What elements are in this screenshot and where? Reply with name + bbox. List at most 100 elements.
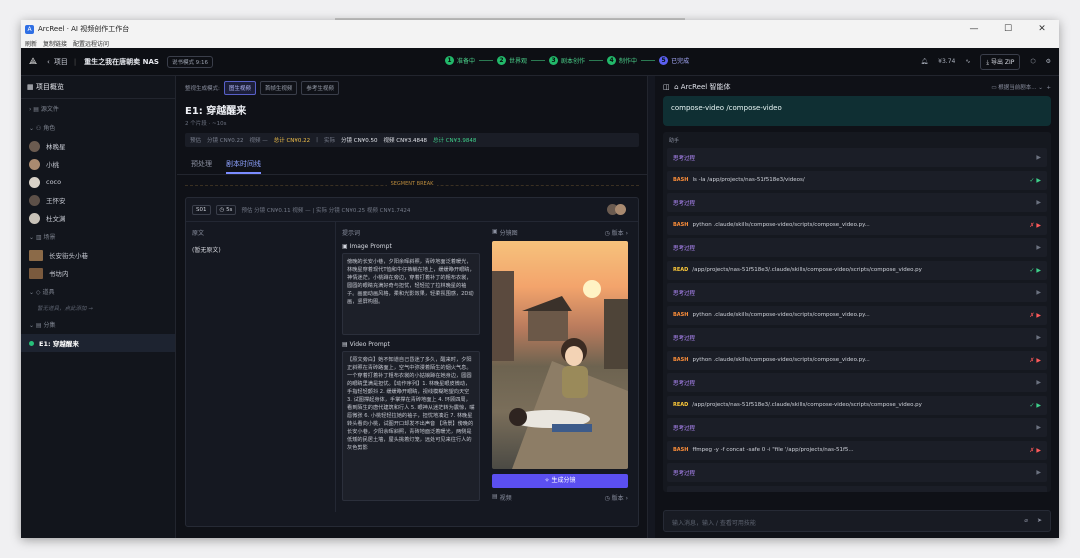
storyboard-image[interactable] — [492, 241, 628, 469]
mode-first-frame[interactable]: 首帧生视频 — [259, 81, 298, 95]
step-number: 2 — [497, 56, 507, 65]
assistant-label: 助手 — [669, 138, 680, 144]
step-label[interactable]: 准备中 — [457, 56, 475, 65]
attach-icon[interactable]: ⌀ — [1024, 517, 1028, 524]
log-status-icon[interactable]: ▶ — [1036, 154, 1041, 161]
duration-pill[interactable]: ◷ 5s — [215, 204, 237, 215]
context-selector[interactable]: ▭ 根据当前剧本... ⌄ + — [991, 83, 1051, 91]
step-label[interactable]: 剧本创作 — [561, 56, 585, 65]
video-version-button[interactable]: ◷ 版本 › — [605, 493, 628, 502]
segment-break-label: SEGMENT BREAK — [386, 181, 438, 187]
log-row[interactable]: 思考过程 ▶ — [667, 463, 1047, 482]
roles-section[interactable]: ⌄ ⚇ 角色 — [21, 118, 175, 137]
log-row[interactable]: BASH python .claude/skills/compose-video/… — [667, 305, 1047, 325]
step-connector — [641, 60, 656, 61]
log-status-icon[interactable]: ▶ — [1036, 244, 1041, 251]
video-prompt-title: Video Prompt — [349, 341, 390, 348]
log-tag: BASH — [673, 447, 689, 453]
close-button[interactable]: ✕ — [1025, 24, 1059, 34]
generate-storyboard-button[interactable]: ✧ 生成分镜 — [492, 474, 628, 488]
log-status-icon[interactable]: ▶ — [1036, 424, 1041, 431]
episodes-section[interactable]: ⌄ ▤ 分集 — [21, 315, 175, 334]
menu-bar: 刷新 复制链接 配置远程访问 — [21, 38, 1059, 48]
log-status-icon[interactable]: ✓ ▶ — [1029, 177, 1041, 184]
log-row[interactable]: READ/app/projects/nas-51f518e3/.claude/s… — [667, 395, 1047, 415]
chat-input-placeholder: 输入消息，输入 / 查看可用技能 — [672, 520, 756, 527]
log-row[interactable]: 思考过程 ▶ — [667, 238, 1047, 257]
log-row[interactable]: 思考过程 ▶ — [667, 418, 1047, 437]
step-number: 5 — [659, 56, 669, 65]
scene-characters — [607, 204, 632, 215]
episode-title: E1: 穿越醒来 — [185, 106, 247, 117]
role-item[interactable]: 小桃 — [21, 155, 175, 173]
scene-item[interactable]: 书坊内 — [21, 264, 175, 282]
video-prompt-text[interactable]: 【原文旁白】她不知道自己昏迷了多久，醒来时，夕阳正斜照在青砖路面上，空气中弥漫着… — [342, 351, 480, 501]
menu-remote-access[interactable]: 配置远程访问 — [73, 39, 109, 48]
role-item[interactable]: 林晚星 — [21, 137, 175, 155]
log-status-icon[interactable]: ✗ ▶ — [1029, 312, 1041, 319]
panel-toggle-icon[interactable]: ◫ — [663, 83, 674, 91]
avatar — [29, 140, 40, 152]
log-row[interactable]: BASH ffmpeg -y -f concat -safe 0 -i "file… — [667, 440, 1047, 460]
log-status-icon[interactable]: ✗ ▶ — [1029, 357, 1041, 364]
step-label[interactable]: 已完成 — [671, 56, 689, 65]
chat-input[interactable]: 输入消息，输入 / 查看可用技能 ⌀ ➤ — [663, 510, 1051, 532]
log-status-icon[interactable]: ▶ — [1036, 469, 1041, 476]
scene-item[interactable]: 长安街头小巷 — [21, 246, 175, 264]
role-item[interactable]: 王怀安 — [21, 191, 175, 209]
log-row[interactable]: BASH python .claude/skills/compose-video/… — [667, 350, 1047, 370]
log-row[interactable]: 思考过程 ▶ — [667, 148, 1047, 167]
log-status-icon[interactable]: ▶ — [1036, 289, 1041, 296]
bell-icon[interactable]: 🔔︎ — [921, 58, 929, 65]
log-status-icon[interactable]: ✗ ▶ — [1029, 222, 1041, 229]
cost-estimate-storyboard: 分镜 CN¥0.22 — [207, 138, 244, 144]
image-prompt-text[interactable]: 傍晚的长安小巷，夕阳余晖斜照，青砖地面泛着暖光，林晚星穿着现代T恤和牛仔裤躺在地… — [342, 253, 480, 335]
log-status-icon[interactable]: ▶ — [1036, 379, 1041, 386]
mode-image-to-video[interactable]: 图生视频 — [223, 81, 256, 95]
log-row[interactable]: READ/app/projects/nas-51f518e3/.claude/s… — [667, 260, 1047, 280]
log-status-icon[interactable]: ✗ ▶ — [1029, 492, 1041, 493]
log-row[interactable]: 思考过程 ▶ — [667, 193, 1047, 212]
log-status-icon[interactable]: ✓ ▶ — [1029, 402, 1041, 409]
panel-divider[interactable] — [647, 76, 655, 538]
activity-icon[interactable]: ∿ — [965, 58, 970, 65]
props-section[interactable]: ⌄ ◇ 道具 — [21, 282, 175, 301]
maximize-button[interactable]: ☐ — [991, 24, 1025, 34]
log-status-icon[interactable]: ▶ — [1036, 334, 1041, 341]
log-row[interactable]: BASHecho "file '/app/projects/nas-51f518… — [667, 485, 1047, 493]
video-prompt-label: ▤ Video Prompt — [342, 341, 390, 348]
log-status-icon[interactable]: ✗ ▶ — [1029, 447, 1041, 454]
step-label[interactable]: 制作中 — [619, 56, 637, 65]
tab-preprocess[interactable]: 预处理 — [191, 159, 212, 174]
box-icon[interactable]: ⬡ — [1030, 58, 1035, 65]
log-tag: BASH — [673, 222, 689, 228]
episode-item-e1[interactable]: E1: 穿越醒来 — [21, 334, 175, 352]
step-label[interactable]: 世界观 — [509, 56, 527, 65]
back-icon[interactable]: ‹ — [47, 58, 50, 66]
log-status-icon[interactable]: ✓ ▶ — [1029, 267, 1041, 274]
mode-reference[interactable]: 参考生视频 — [301, 81, 339, 95]
log-row[interactable]: BASH ls -la /app/projects/nas-51f518e3/vi… — [667, 170, 1047, 190]
roles-title: 角色 — [43, 125, 56, 132]
log-row[interactable]: 思考过程 ▶ — [667, 283, 1047, 302]
log-row[interactable]: 思考过程 ▶ — [667, 328, 1047, 347]
menu-copy-link[interactable]: 复制链接 — [43, 39, 67, 48]
menu-refresh[interactable]: 刷新 — [25, 39, 37, 48]
gear-icon[interactable]: ⚙ — [1046, 58, 1051, 65]
sidebar-source[interactable]: › ▤ 源文件 — [21, 99, 175, 118]
log-status-icon[interactable]: ▶ — [1036, 199, 1041, 206]
minimize-button[interactable]: — — [957, 24, 991, 34]
back-to-projects[interactable]: 项目 — [54, 57, 68, 67]
tab-timeline[interactable]: 剧本时间线 — [226, 159, 261, 174]
role-item[interactable]: coco — [21, 173, 175, 191]
role-item[interactable]: 杜文渊 — [21, 209, 175, 227]
log-row[interactable]: 思考过程 ▶ — [667, 373, 1047, 392]
sidebar-overview[interactable]: ▦ 项目概览 — [21, 76, 175, 99]
export-zip-button[interactable]: ⤓ 导出 ZIP — [980, 53, 1021, 70]
scenes-section[interactable]: ⌄ ▥ 场景 — [21, 227, 175, 246]
log-row[interactable]: BASH python .claude/skills/compose-video/… — [667, 215, 1047, 235]
version-button[interactable]: ◷ 版本 › — [605, 228, 628, 237]
agent-panel: ◫ ⌂ ArcReel 智能体 ▭ 根据当前剧本... ⌄ + compose-… — [655, 76, 1059, 538]
send-icon[interactable]: ➤ — [1037, 517, 1042, 524]
add-prop-link[interactable]: 暂无道具，点此添加 → — [21, 301, 175, 315]
